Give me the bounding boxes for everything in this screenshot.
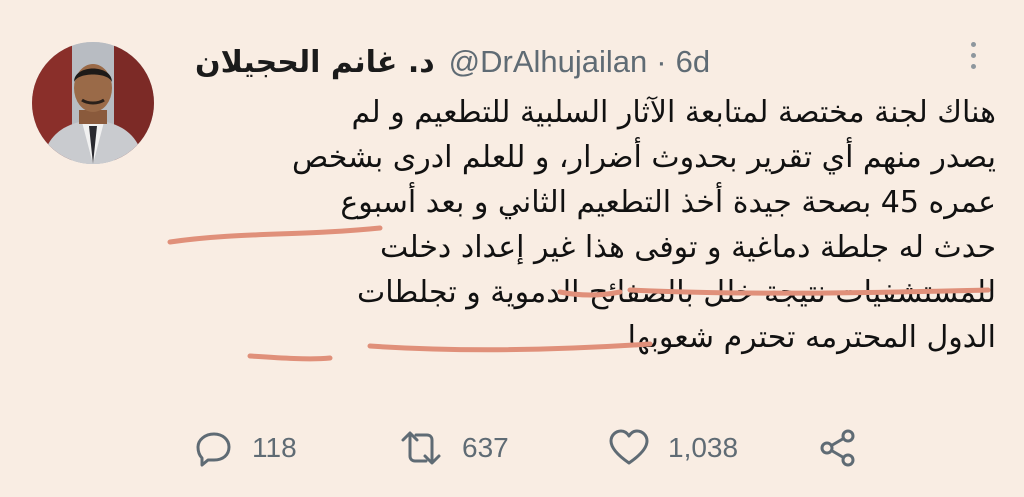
tweet-text-line: الدول المحترمه تحترم شعوبها	[627, 320, 996, 355]
tweet-text: هناك لجنة مختصة لمتابعة الآثار السلبية ل…	[190, 90, 996, 360]
tweet-text-line: يصدر منهم أي تقرير بحدوث أضرار، و للعلم …	[291, 140, 996, 175]
separator-dot: ·	[656, 44, 667, 79]
reply-icon	[194, 428, 234, 468]
retweet-button[interactable]: 637	[398, 420, 509, 476]
tweet-text-line: عمره 45 بصحة جيدة أخذ التطعيم الثاني و ب…	[340, 185, 996, 220]
action-bar: 118 637 1,038	[0, 420, 1024, 476]
tweet-header: د. غانم الحجيلان @DrAlhujailan · 6d	[195, 40, 795, 84]
like-count: 1,038	[668, 432, 739, 463]
more-options-icon[interactable]	[966, 42, 980, 76]
tweet-text-line: هناك لجنة مختصة لمتابعة الآثار السلبية ل…	[351, 95, 996, 130]
reply-button[interactable]: 118	[194, 420, 297, 476]
heart-icon	[608, 428, 650, 468]
like-button[interactable]: 1,038	[608, 420, 738, 476]
tweet-card[interactable]: د. غانم الحجيلان @DrAlhujailan · 6d هناك…	[0, 0, 1024, 497]
display-name[interactable]: د. غانم الحجيلان	[195, 45, 435, 80]
tweet-text-line: للمستشفيات نتيجة خلل بالصفائح الدموية و …	[357, 275, 996, 310]
avatar[interactable]	[32, 42, 154, 164]
timestamp[interactable]: 6d	[676, 44, 710, 80]
user-handle[interactable]: @DrAlhujailan	[449, 44, 648, 80]
reply-count: 118	[252, 432, 297, 463]
retweet-icon	[398, 428, 444, 468]
share-icon	[818, 428, 858, 468]
retweet-count: 637	[462, 432, 509, 463]
tweet-text-line: حدث له جلطة دماغية و توفى هذا غير إعداد …	[380, 230, 996, 265]
share-button[interactable]	[818, 420, 858, 476]
